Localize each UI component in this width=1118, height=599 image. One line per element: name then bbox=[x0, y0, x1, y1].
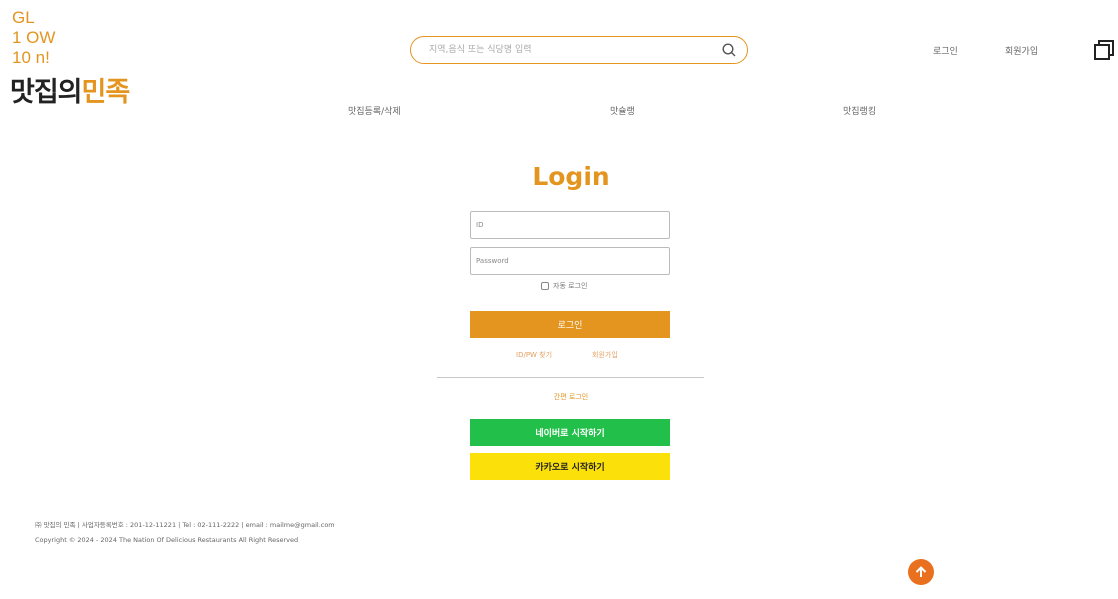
kakao-login-button[interactable]: 카카오로 시작하기 bbox=[470, 453, 670, 480]
logo-text: 맛집의민족 bbox=[10, 77, 130, 108]
login-link[interactable]: 로그인 bbox=[933, 44, 958, 57]
search-bar[interactable] bbox=[410, 36, 748, 64]
find-account-link[interactable]: ID/PW 찾기 bbox=[516, 350, 552, 360]
footer-company-info: ㈜ 맛집의 민족 | 사업자등록번호 : 201-12-11221 | Tel … bbox=[35, 521, 335, 529]
nav-item-ranking[interactable]: 맛집랭킹 bbox=[843, 104, 876, 117]
auto-login-checkbox[interactable]: 자동 로그인 bbox=[541, 281, 587, 291]
easy-login-label: 간편 로그인 bbox=[553, 393, 589, 401]
site-logo[interactable]: GL 1 OW 10 n! 맛집의민족 bbox=[8, 8, 168, 108]
page-title: Login bbox=[532, 162, 610, 191]
auto-login-label: 자동 로그인 bbox=[553, 282, 588, 290]
footer: ㈜ 맛집의 민족 | 사업자등록번호 : 201-12-11221 | Tel … bbox=[35, 518, 335, 548]
menu-icon[interactable] bbox=[1093, 39, 1115, 61]
scroll-top-button[interactable] bbox=[908, 559, 934, 585]
login-button[interactable]: 로그인 bbox=[470, 311, 670, 338]
join-link[interactable]: 회원가입 bbox=[592, 350, 618, 360]
nav-item-michelin[interactable]: 맛슐랭 bbox=[610, 104, 635, 117]
search-icon[interactable] bbox=[721, 42, 737, 58]
logo-decoration: GL 1 OW 10 n! bbox=[12, 8, 56, 67]
footer-copyright: Copyright © 2024 - 2024 The Nation Of De… bbox=[35, 536, 299, 544]
divider bbox=[437, 377, 704, 378]
naver-login-button[interactable]: 네이버로 시작하기 bbox=[470, 419, 670, 446]
checkbox-icon[interactable] bbox=[541, 282, 549, 290]
search-input[interactable] bbox=[427, 44, 721, 56]
id-field[interactable] bbox=[470, 211, 670, 239]
arrow-up-icon bbox=[915, 566, 927, 577]
nav-item-register[interactable]: 맛집등록/삭제 bbox=[348, 104, 401, 117]
signup-link[interactable]: 회원가입 bbox=[1005, 44, 1038, 57]
password-field[interactable] bbox=[470, 247, 670, 275]
